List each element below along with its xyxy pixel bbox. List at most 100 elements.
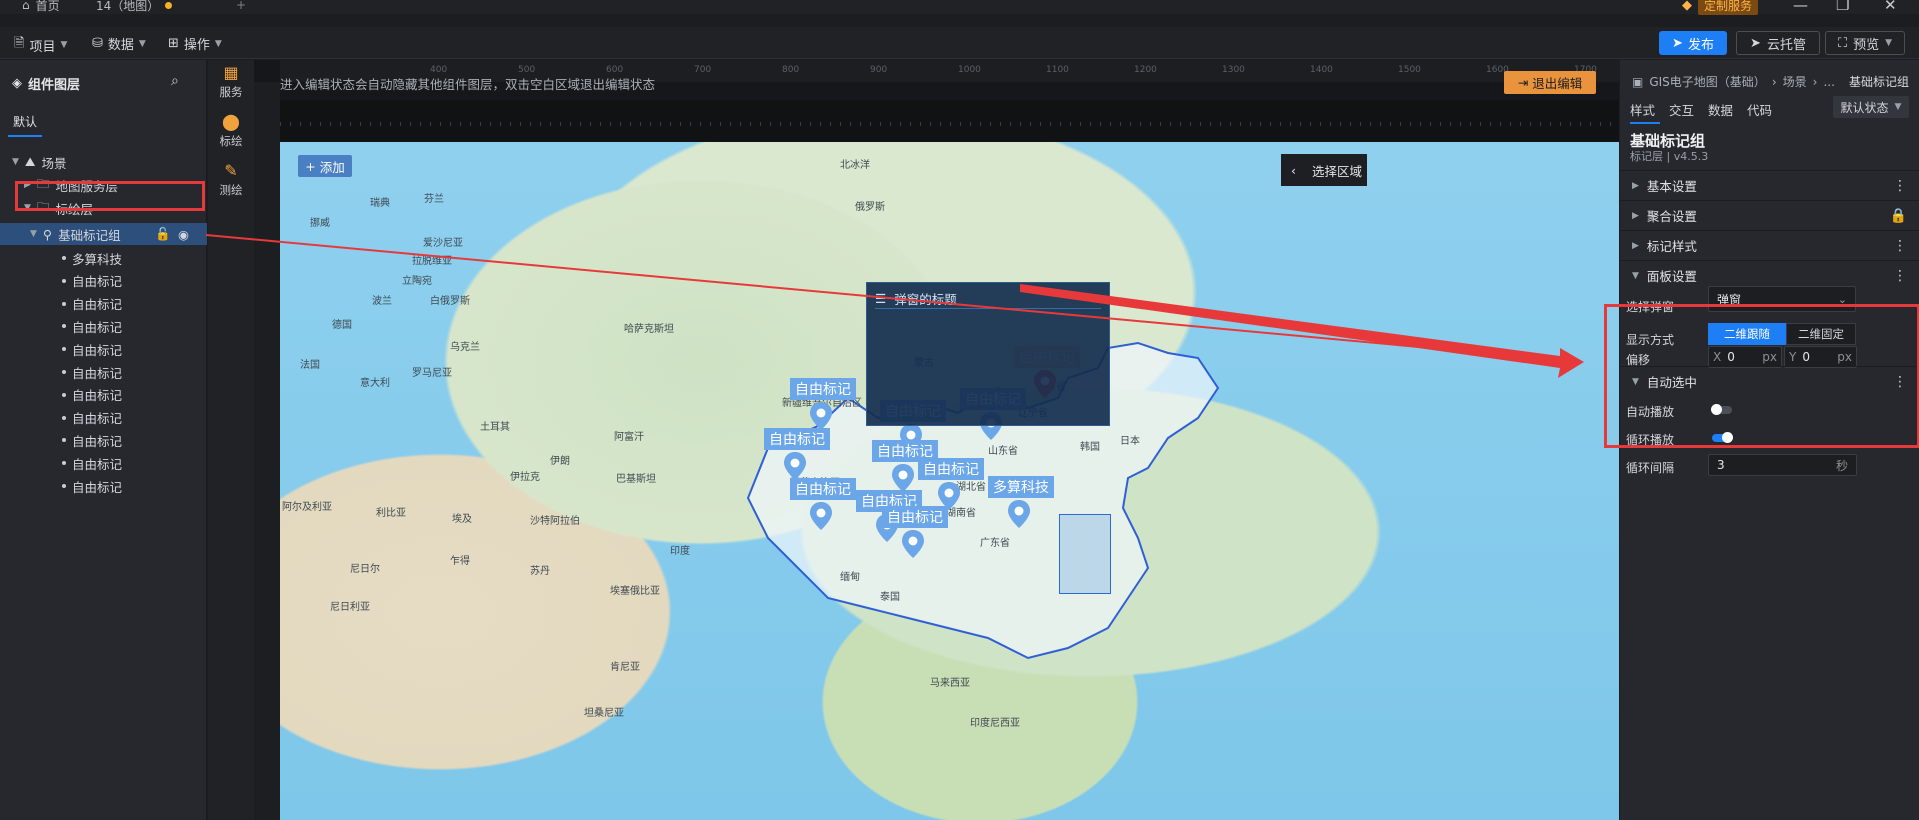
- tree-node-marker[interactable]: 自由标记: [0, 407, 207, 429]
- project-menu[interactable]: 🗎 项目 ▼: [14, 34, 67, 56]
- tree-node-label: 自由标记: [72, 274, 123, 290]
- data-menu[interactable]: ⛁ 数据 ▼: [92, 34, 146, 53]
- marker-label[interactable]: 多算科技: [988, 476, 1054, 498]
- home-tab[interactable]: ⌂ 首页: [22, 0, 60, 14]
- document-tab[interactable]: 14（地图）: [96, 0, 173, 14]
- map-label-poland: 波兰: [372, 296, 392, 307]
- tree-node-marker[interactable]: 自由标记: [0, 475, 207, 497]
- map-view[interactable]: 北冰洋 芬兰 瑞典 挪威 爱沙尼亚 拉脱维亚 立陶宛 白俄罗斯 波兰 德国 法国 意大利 俄罗斯 哈萨克斯…: [280, 142, 1619, 820]
- map-pin-icon[interactable]: [810, 502, 832, 530]
- add-button[interactable]: + 添加: [298, 155, 352, 177]
- tab-active-indicator: [1630, 122, 1660, 124]
- map-icon: ▦: [223, 63, 239, 82]
- chevron-down-icon: ▼: [138, 38, 146, 49]
- more-icon[interactable]: ⋮: [1893, 268, 1907, 284]
- breadcrumb-item[interactable]: GIS电子地图（基础）: [1649, 73, 1765, 90]
- data-menu-label: 数据: [107, 38, 134, 53]
- preview-button[interactable]: ⛶ 预览 ▼: [1825, 31, 1905, 55]
- main-toolbar: 🗎 项目 ▼ ⛁ 数据 ▼ ⊞ 操作 ▼ ➤ 发布 ➤ 云托管 ⛶ 预览 ▼: [0, 27, 1919, 59]
- popup-header: ☰ 弹窗的标题 ✕: [875, 289, 1101, 309]
- marker-label[interactable]: 自由标记: [882, 506, 948, 528]
- minimize-icon[interactable]: —: [1793, 0, 1808, 14]
- tree-node-marker[interactable]: 自由标记: [0, 315, 207, 337]
- caret-right-icon: ▶: [1632, 240, 1639, 251]
- tree-node-marker[interactable]: 自由标记: [0, 338, 207, 360]
- publish-button[interactable]: ➤ 发布: [1659, 31, 1727, 55]
- custom-service-button[interactable]: ◆ 定制服务: [1682, 0, 1759, 15]
- rail-measure[interactable]: ✎ 测绘: [208, 161, 254, 198]
- tab-style[interactable]: 样式: [1630, 100, 1655, 119]
- map-label-france: 法国: [300, 360, 320, 371]
- tree-node-label: 自由标记: [72, 365, 123, 381]
- operations-menu[interactable]: ⊞ 操作 ▼: [168, 34, 222, 53]
- more-icon[interactable]: ⋮: [1893, 238, 1907, 254]
- tree-node-marker[interactable]: 自由标记: [0, 384, 207, 406]
- map-label-pakistan: 巴基斯坦: [616, 474, 656, 485]
- editor-canvas[interactable]: 400 500 600 700 800 900 1000 1100 1200 1300 1400 15…: [254, 60, 1619, 820]
- map-label-guangdong: 广东省: [980, 538, 1010, 549]
- tab-interaction[interactable]: 交互: [1669, 100, 1694, 119]
- bullet-icon: [62, 415, 66, 420]
- section-cluster-settings[interactable]: ▶ 聚合设置 🔒: [1620, 200, 1919, 230]
- map-pin-icon[interactable]: [902, 530, 924, 558]
- map-label-myanmar: 缅甸: [840, 572, 860, 583]
- close-icon[interactable]: ✕: [1091, 291, 1101, 306]
- eye-icon[interactable]: ◉: [178, 227, 189, 242]
- map-label-germany: 德国: [332, 320, 352, 331]
- tab-active-indicator: [8, 135, 42, 137]
- lock-icon[interactable]: 🔒: [1890, 208, 1907, 224]
- section-basic-settings[interactable]: ▶ 基本设置 ⋮: [1620, 170, 1919, 200]
- tree-node-marker[interactable]: 自由标记: [0, 361, 207, 383]
- tree-node-marker[interactable]: 自由标记: [0, 293, 207, 315]
- layers-icon: ◈: [12, 76, 22, 91]
- diamond-icon: ◆: [1682, 0, 1692, 13]
- select-area-label: 选择区域: [1312, 163, 1363, 179]
- south-china-sea-inset: [1059, 514, 1111, 594]
- marker-icon: ⚲: [42, 226, 53, 242]
- marker-label[interactable]: 自由标记: [790, 378, 856, 400]
- marker-label[interactable]: 自由标记: [790, 478, 856, 500]
- breadcrumb: ▣ GIS电子地图（基础） › 场景 › ...: [1632, 73, 1835, 90]
- tree-node-marker[interactable]: 自由标记: [0, 452, 207, 474]
- unlock-icon[interactable]: 🔓: [155, 226, 171, 242]
- tab-data[interactable]: 数据: [1708, 100, 1733, 119]
- exit-edit-button[interactable]: ⇥ 退出编辑: [1504, 71, 1596, 94]
- section-marker-style[interactable]: ▶ 标记样式 ⋮: [1620, 230, 1919, 260]
- new-tab-button[interactable]: +: [236, 0, 246, 14]
- close-window-icon[interactable]: ✕: [1884, 0, 1897, 14]
- cloud-host-button[interactable]: ➤ 云托管: [1736, 31, 1820, 55]
- map-pin-icon[interactable]: [892, 464, 914, 492]
- interval-input[interactable]: 3 秒: [1708, 454, 1857, 476]
- marker-label[interactable]: 自由标记: [918, 458, 984, 480]
- marker-label[interactable]: 自由标记: [764, 428, 830, 450]
- cloud-host-label: 云托管: [1766, 37, 1806, 53]
- tree-node-marker[interactable]: 自由标记: [0, 270, 207, 292]
- tree-node-scene[interactable]: ▼ ⛰ 场景: [0, 151, 207, 173]
- tree-node-marker-group[interactable]: ▼ ⚲ 基础标记组 🔓 ◉: [0, 223, 207, 245]
- rail-marker[interactable]: ⬤ 标绘: [208, 112, 254, 149]
- tab-code[interactable]: 代码: [1747, 100, 1772, 119]
- breadcrumb-item[interactable]: 场景: [1783, 73, 1807, 90]
- select-area-button[interactable]: ‹ 选择区域: [1281, 154, 1367, 186]
- tab-default[interactable]: 默认: [13, 113, 37, 130]
- tree-node-label: 自由标记: [72, 342, 123, 358]
- search-icon[interactable]: ⌕: [171, 73, 179, 89]
- map-label-ethiopia: 埃塞俄比亚: [610, 586, 660, 597]
- breadcrumb-item[interactable]: ...: [1823, 75, 1834, 89]
- property-tabs: 样式 交互 数据 代码: [1630, 100, 1772, 119]
- map-pin-icon[interactable]: [810, 402, 832, 430]
- map-label-afghanistan: 阿富汗: [614, 432, 644, 443]
- section-label: 聚合设置: [1646, 209, 1697, 224]
- state-select[interactable]: 默认状态 ▼: [1833, 96, 1909, 118]
- tree-node-marker[interactable]: 多算科技: [0, 247, 207, 269]
- rail-service[interactable]: ▦ 服务: [208, 63, 254, 100]
- more-icon[interactable]: ⋮: [1893, 178, 1907, 194]
- tree-node-marker[interactable]: 自由标记: [0, 429, 207, 451]
- map-pin-icon[interactable]: [1008, 500, 1030, 528]
- document-icon: 🗎: [14, 36, 25, 51]
- popup-window[interactable]: ☰ 弹窗的标题 ✕: [866, 282, 1110, 426]
- restore-icon[interactable]: ❐: [1836, 0, 1849, 14]
- tree-node-label: 自由标记: [72, 297, 123, 313]
- edit-hint-text: 进入编辑状态会自动隐藏其他组件图层，双击空白区域退出编辑状态: [280, 77, 656, 92]
- map-pin-icon[interactable]: [784, 452, 806, 480]
